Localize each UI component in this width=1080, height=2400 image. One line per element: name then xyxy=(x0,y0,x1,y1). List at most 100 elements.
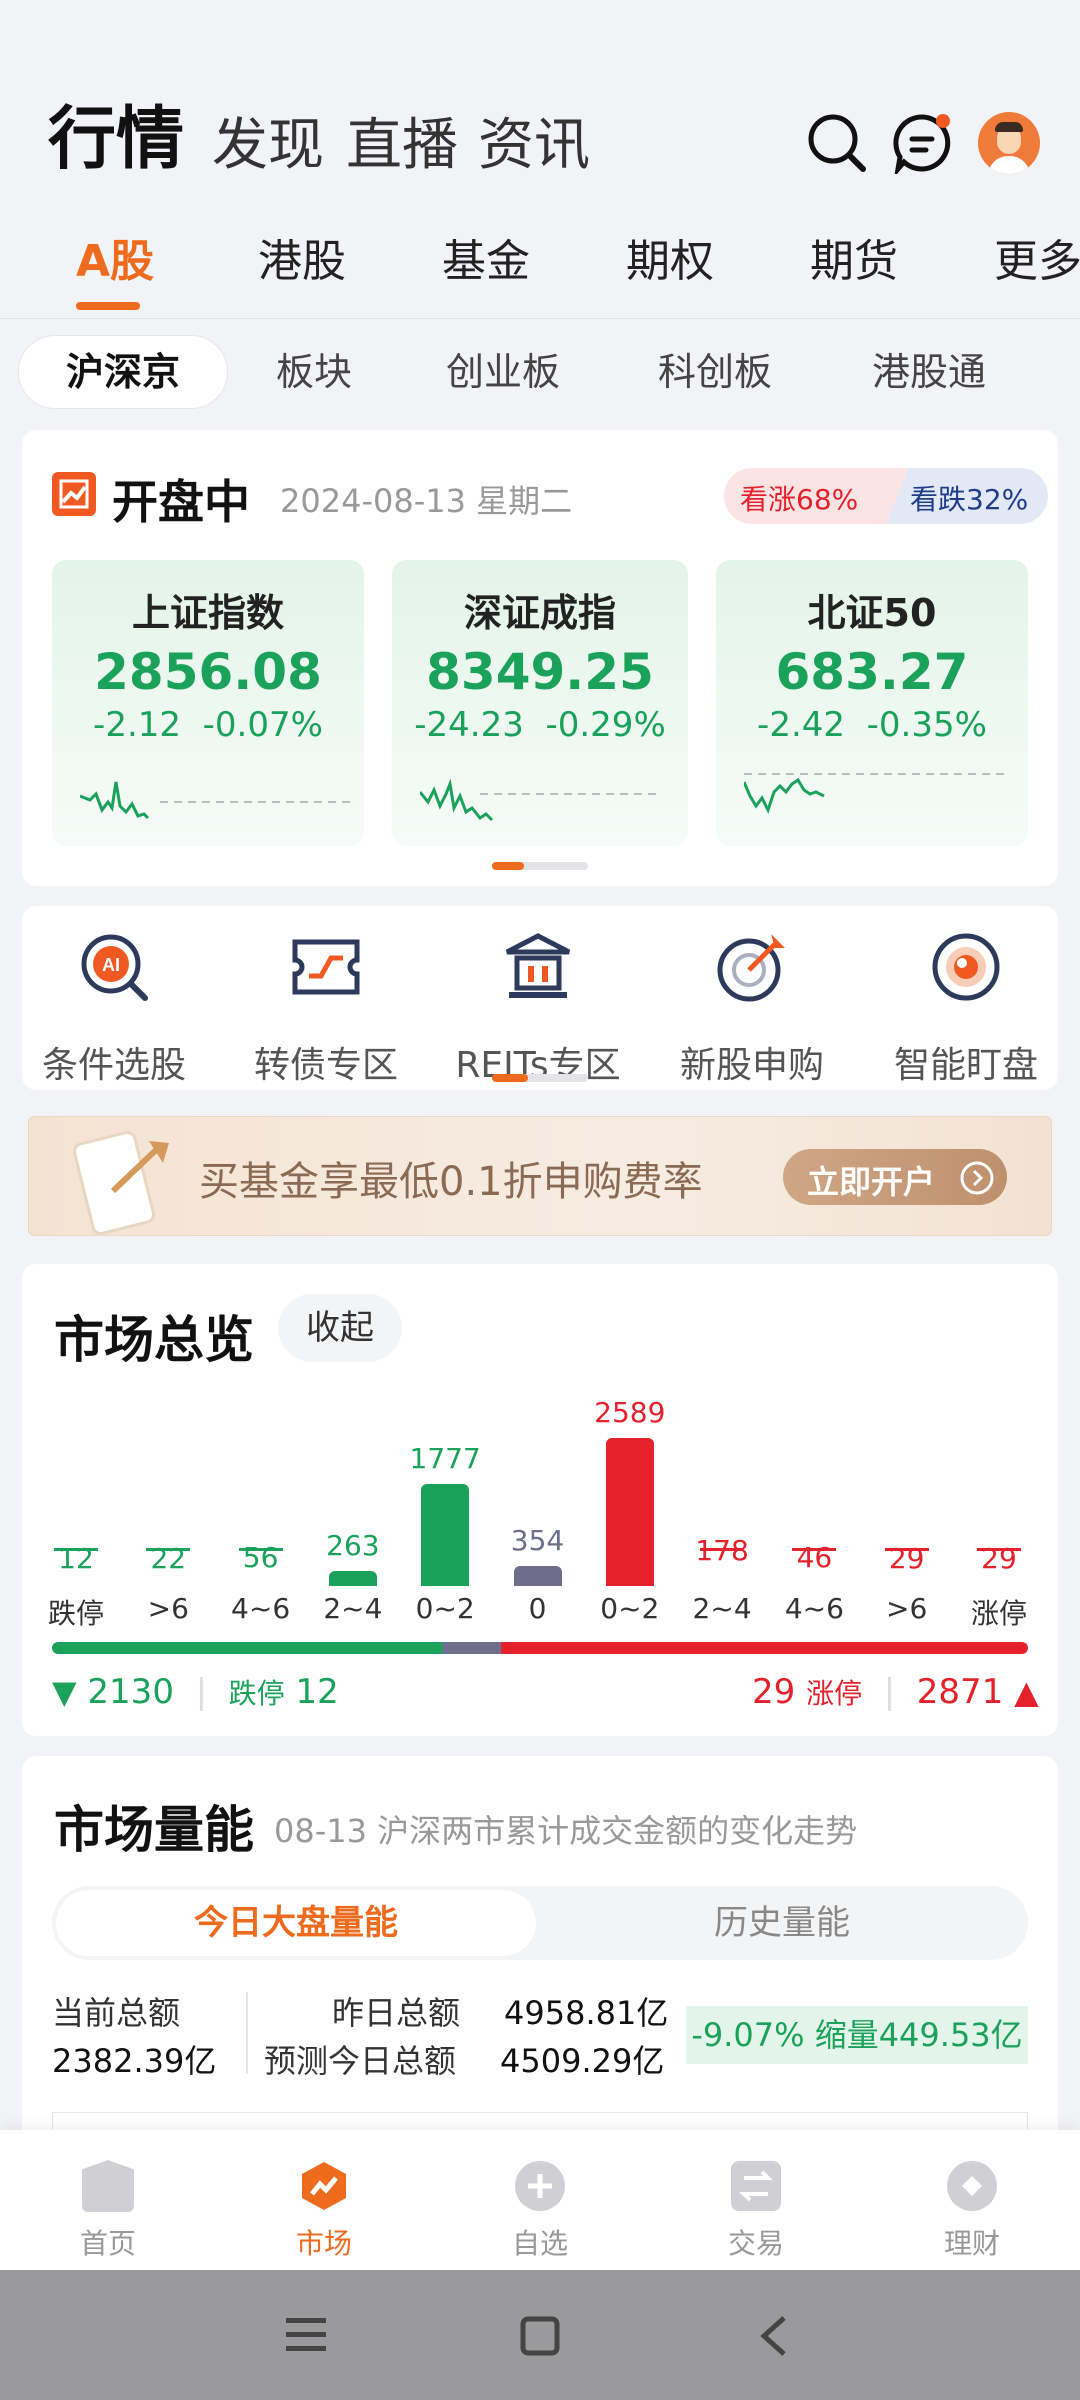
bar-label: 2~4 xyxy=(692,1592,752,1625)
distribution-bar-group: 178 2~4 xyxy=(682,1264,762,1634)
tool-label: 智能盯盘 xyxy=(893,1045,1038,1086)
home-icon xyxy=(82,2160,134,2212)
index-tile-bse50[interactable]: 北证50 683.27 -2.42 -0.35% xyxy=(716,560,1028,846)
nav-label: 交易 xyxy=(727,2227,784,2260)
distribution-bar-group: 263 2~4 xyxy=(313,1264,393,1634)
distribution-bar-group: 1777 0~2 xyxy=(405,1264,485,1634)
sub-tab-hushenjing[interactable]: 沪深京 xyxy=(18,335,228,409)
target-icon xyxy=(717,934,785,1002)
tool-convertible-bonds[interactable]: 转债专区 xyxy=(226,930,426,1088)
market-status: 开盘中 xyxy=(112,475,250,529)
distribution-bar-group: 22 >6 xyxy=(128,1264,208,1634)
distribution-bar xyxy=(421,1484,470,1586)
bar-underline xyxy=(238,1548,283,1551)
market-overview-card: 市场总览 收起 12 跌停 22 >6 56 4~6 263 2~4 1777 0~2 354 0 25… xyxy=(22,1264,1058,1736)
tab-history-volume[interactable]: 历史量能 xyxy=(540,1890,1024,1956)
market-icon xyxy=(302,2162,346,2210)
carousel-dots xyxy=(492,862,588,870)
promo-banner[interactable]: 买基金享最低0.1折申购费率 立即开户 xyxy=(28,1116,1052,1236)
trend-icon xyxy=(52,472,96,516)
distribution-bar-group: 12 跌停 xyxy=(36,1264,116,1634)
bar-count: 12 xyxy=(58,1542,94,1575)
index-pct: -0.07% xyxy=(202,705,323,745)
limit-up-count: 29 xyxy=(752,1672,796,1712)
tab-today-volume[interactable]: 今日大盘量能 xyxy=(56,1890,536,1956)
tool-stock-screener[interactable]: AI 条件选股 xyxy=(14,930,214,1088)
forecast-total-value: 4509.29亿 xyxy=(500,2042,665,2080)
bar-count: 56 xyxy=(242,1541,279,1574)
tool-reits[interactable]: REITs专区 xyxy=(438,930,638,1088)
home-square-icon[interactable] xyxy=(520,2316,560,2356)
distribution-bar xyxy=(605,1438,654,1586)
building-icon xyxy=(505,933,571,998)
volume-change-badge: -9.07% 缩量449.53亿 xyxy=(686,2006,1028,2064)
index-change: -2.12 xyxy=(93,705,182,745)
market-tab-more[interactable]: 更多 xyxy=(994,232,1080,292)
active-tab-indicator xyxy=(76,302,140,310)
bar-underline xyxy=(884,1548,929,1551)
top-tab-quotes[interactable]: 行情 xyxy=(48,102,184,178)
distribution-bar-group: 354 0 xyxy=(498,1264,578,1634)
bar-count: 2589 xyxy=(594,1396,666,1429)
market-volume-title: 市场量能 xyxy=(54,1801,254,1859)
top-tab-live[interactable]: 直播 xyxy=(346,108,458,184)
up-ratio: 看涨68% xyxy=(740,483,859,516)
index-tile-sse[interactable]: 上证指数 2856.08 -2.12 -0.07% xyxy=(52,560,364,846)
sub-tab-hk-connect[interactable]: 港股通 xyxy=(872,347,986,397)
distribution-bar xyxy=(328,1571,377,1586)
tool-ipo-subscription[interactable]: 新股申购 xyxy=(652,930,852,1088)
market-volume-card: 市场量能 08-13 沪深两市累计成交金额的变化走势 今日大盘量能 历史量能 当… xyxy=(22,1756,1058,2156)
banner-text: 买基金享最低0.1折申购费率 xyxy=(199,1159,703,1205)
index-name: 上证指数 xyxy=(131,591,284,635)
tool-label: 转债专区 xyxy=(253,1045,398,1086)
bar-underline xyxy=(700,1548,745,1551)
bar-underline xyxy=(792,1548,837,1551)
up-down-ratio-bar xyxy=(52,1642,1028,1654)
nav-watchlist[interactable]: 自选 xyxy=(470,2160,610,2262)
index-pct: -0.35% xyxy=(866,705,987,745)
system-nav-bar xyxy=(0,2270,1080,2400)
sub-tab-sectors[interactable]: 板块 xyxy=(276,347,352,397)
tool-smart-monitor[interactable]: 智能盯盘 xyxy=(866,930,1066,1088)
open-account-button[interactable]: 立即开户 xyxy=(783,1149,1007,1205)
diamond-icon xyxy=(947,2161,997,2211)
nav-market[interactable]: 市场 xyxy=(254,2160,394,2262)
bar-label: >6 xyxy=(886,1592,928,1625)
index-name: 北证50 xyxy=(807,591,937,635)
open-account-label: 立即开户 xyxy=(807,1163,936,1201)
search-icon[interactable] xyxy=(806,112,868,174)
down-summary: ▼ 2130 | 跌停 12 xyxy=(52,1672,339,1712)
sentiment-bar[interactable]: 看涨68% 看跌32% xyxy=(724,468,1048,524)
market-volume-subtitle: 08-13 沪深两市累计成交金额的变化走势 xyxy=(274,1812,858,1850)
nav-home[interactable]: 首页 xyxy=(38,2160,178,2262)
bar-label: 0~2 xyxy=(600,1592,660,1625)
index-value: 2856.08 xyxy=(94,643,322,701)
nav-trade[interactable]: 交易 xyxy=(686,2160,826,2262)
limit-down-label: 跌停 xyxy=(228,1677,285,1710)
index-sparkline xyxy=(744,773,1004,814)
market-tab-a-shares[interactable]: A股 xyxy=(76,232,154,292)
index-name: 深证成指 xyxy=(463,591,616,635)
market-tab-options[interactable]: 期权 xyxy=(626,232,714,292)
top-tab-news[interactable]: 资讯 xyxy=(478,108,590,184)
bar-label: 2~4 xyxy=(323,1592,383,1625)
sub-tab-star[interactable]: 科创板 xyxy=(658,347,772,397)
market-tab-futures[interactable]: 期货 xyxy=(810,232,898,292)
menu-icon[interactable] xyxy=(286,2316,326,2354)
bar-label: 涨停 xyxy=(970,1597,1027,1630)
sub-tabs: 沪深京 板块 创业板 科创板 港股通 xyxy=(0,318,1080,428)
market-tab-hk[interactable]: 港股 xyxy=(258,232,346,292)
tool-label: 新股申购 xyxy=(679,1045,824,1086)
market-tab-funds[interactable]: 基金 xyxy=(442,232,530,292)
index-change: -24.23 xyxy=(414,705,524,745)
divider xyxy=(246,1992,248,2074)
sub-tab-chinext[interactable]: 创业板 xyxy=(446,347,560,397)
message-icon[interactable] xyxy=(892,112,954,174)
avatar[interactable] xyxy=(978,112,1040,174)
top-tab-discover[interactable]: 发现 xyxy=(212,108,324,184)
index-tile-szse[interactable]: 深证成指 8349.25 -24.23 -0.29% xyxy=(392,560,688,846)
distribution-bar-group: 56 4~6 xyxy=(221,1264,301,1634)
bar-label: 4~6 xyxy=(784,1592,844,1625)
back-icon[interactable] xyxy=(758,2314,788,2358)
nav-wealth[interactable]: 理财 xyxy=(902,2160,1042,2262)
